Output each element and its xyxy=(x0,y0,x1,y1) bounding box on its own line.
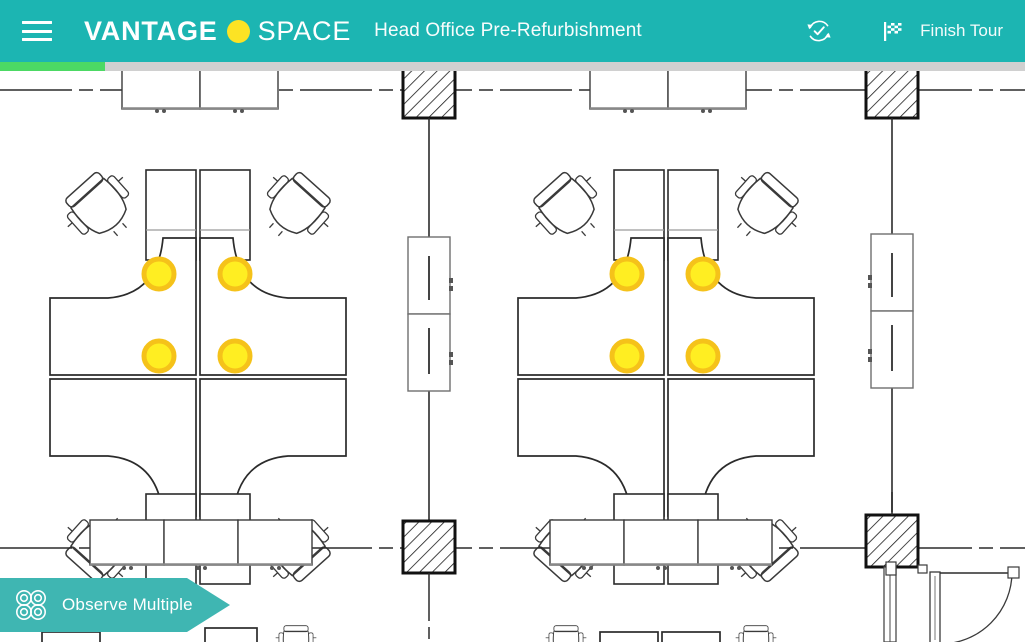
app-root: VANTAGE SPACE Head Office Pre-Refurbishm… xyxy=(0,0,1025,642)
observe-multiple-label: Observe Multiple xyxy=(62,595,193,614)
cabinet-bottom-center xyxy=(549,519,773,570)
observation-point[interactable] xyxy=(141,256,177,292)
cabinet-top-center xyxy=(589,63,747,113)
observation-point[interactable] xyxy=(141,338,177,374)
cabinet-mid-left-vertical xyxy=(407,236,453,392)
chair-top-left xyxy=(520,160,619,258)
observation-point[interactable] xyxy=(217,338,253,374)
hamburger-bar-2 xyxy=(22,29,52,33)
chair-partial-1 xyxy=(275,625,317,642)
brand-name-primary: VANTAGE xyxy=(84,15,218,46)
four-circles-icon xyxy=(14,588,48,622)
hamburger-bar-3 xyxy=(22,38,52,41)
cabinet-bottom-left xyxy=(89,519,313,570)
floorplan-drawing xyxy=(0,63,1025,642)
observation-point[interactable] xyxy=(609,338,645,374)
brand-logo[interactable]: VANTAGE SPACE xyxy=(84,16,351,47)
cabinet-mid-right-vertical xyxy=(868,233,914,389)
hamburger-menu-icon[interactable] xyxy=(20,18,54,44)
finish-tour-label: Finish Tour xyxy=(920,21,1003,40)
checkered-flag-icon xyxy=(884,22,902,41)
observation-point[interactable] xyxy=(685,256,721,292)
chair-top-right xyxy=(713,160,812,258)
finish-tour-button[interactable]: Finish Tour xyxy=(875,12,1009,50)
header-actions: Finish Tour xyxy=(799,11,1009,51)
chair-top-right xyxy=(245,160,344,258)
observation-point[interactable] xyxy=(609,256,645,292)
door-swing-bottom-right xyxy=(883,561,1020,642)
app-header: VANTAGE SPACE Head Office Pre-Refurbishm… xyxy=(0,0,1025,62)
floorplan-canvas[interactable] xyxy=(0,62,1025,642)
structural-column-bottom-left xyxy=(401,519,457,575)
sync-check-icon[interactable] xyxy=(799,11,839,51)
four-circles-glyph xyxy=(16,590,46,620)
chair-partial-2 xyxy=(545,625,587,642)
cabinet-top-left xyxy=(121,63,279,113)
observe-multiple-tab[interactable]: Observe Multiple xyxy=(0,578,230,632)
brand-dot-icon xyxy=(226,19,250,43)
observation-point[interactable] xyxy=(217,256,253,292)
chair-top-left xyxy=(52,160,151,258)
tour-progress-fill xyxy=(0,62,105,71)
brand-name-secondary: SPACE xyxy=(257,15,352,46)
structural-column-bottom-right xyxy=(864,513,920,569)
structural-column-top-left xyxy=(401,64,457,120)
sync-check-glyph xyxy=(807,20,831,42)
structural-column-top-right xyxy=(864,64,920,120)
tour-progress-track xyxy=(0,62,1025,71)
page-title: Head Office Pre-Refurbishment xyxy=(374,20,642,41)
chair-partial-3 xyxy=(735,625,777,642)
hamburger-bar-1 xyxy=(22,21,52,24)
observation-point[interactable] xyxy=(685,338,721,374)
